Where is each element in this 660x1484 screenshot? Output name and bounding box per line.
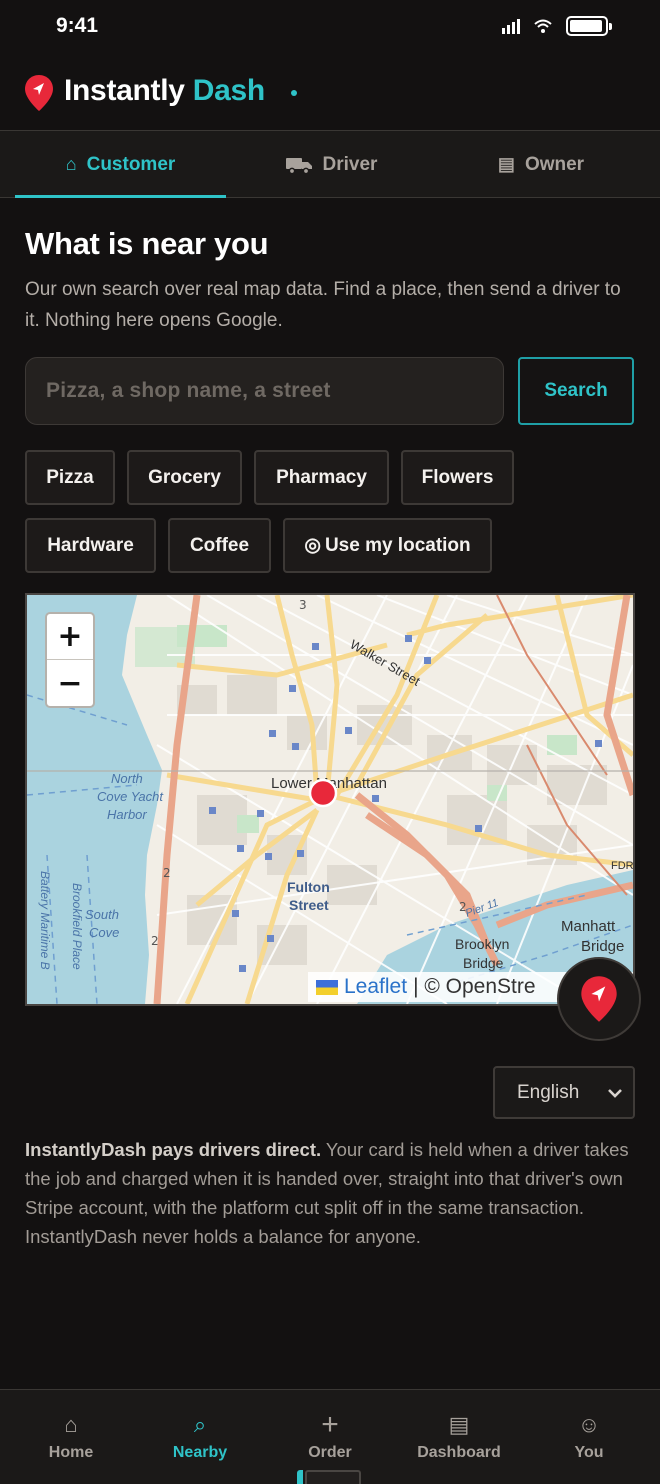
map-label-bridge: Bridge: [463, 955, 504, 971]
smiley-icon: ☺: [577, 1412, 601, 1437]
list-icon: ▤: [497, 154, 515, 174]
tab-owner[interactable]: ▤ Owner: [436, 131, 646, 198]
chip-pharmacy[interactable]: Pharmacy: [254, 450, 389, 505]
page-subtitle: Our own search over real map data. Find …: [25, 279, 621, 331]
route-label: 2: [151, 934, 159, 948]
battery-icon: [566, 16, 612, 36]
home-icon: ⌂: [64, 1412, 78, 1437]
map-label-harbor: Harbor: [107, 807, 147, 822]
zoom-control: + −: [45, 612, 95, 708]
app-header: Instantly Dash: [0, 62, 660, 130]
map-view[interactable]: 3 2 2 2 Walker Street Lower Manhattan Fu…: [25, 593, 635, 1006]
chip-hardware[interactable]: Hardware: [25, 518, 156, 573]
map-pin-icon: [581, 976, 617, 1022]
brand-logo[interactable]: Instantly Dash: [64, 74, 265, 108]
search-button[interactable]: Search: [518, 357, 634, 425]
route-label: 2: [163, 866, 171, 880]
chip-flowers[interactable]: Flowers: [401, 450, 514, 505]
osm-attribution[interactable]: | © OpenStre: [413, 975, 535, 999]
chip-coffee[interactable]: Coffee: [168, 518, 271, 573]
target-icon: ◎: [304, 535, 321, 556]
status-dot: [291, 90, 297, 96]
logo-pin-icon: [25, 75, 53, 111]
nav-you-label: You: [574, 1444, 604, 1461]
truck-icon: [285, 157, 312, 174]
tab-driver-label: Driver: [322, 153, 378, 175]
map-label-brookfield: Brookfield Place: [70, 883, 84, 970]
map-label-battery: Battery Maritime B: [38, 871, 52, 970]
map-tiles: 3 2 2 2 Walker Street Lower Manhattan Fu…: [27, 595, 633, 1004]
map-label-fulton: Fulton: [287, 879, 330, 895]
dashboard-icon: ▤: [448, 1412, 470, 1437]
search-icon: ⌕: [193, 1412, 207, 1437]
map-label-fdr: FDR: [611, 860, 633, 872]
language-select[interactable]: English: [493, 1066, 635, 1119]
map-label-cove-yacht: Cove Yacht: [97, 789, 164, 804]
map-label-cove: Cove: [89, 925, 119, 940]
signal-icon: [502, 18, 520, 34]
dispatch-fab[interactable]: [557, 957, 641, 1041]
tab-customer-label: Customer: [86, 153, 176, 175]
map-label-manhattan-bridge: Manhatt: [561, 918, 616, 935]
map-label-south: South: [85, 907, 119, 922]
chip-use-my-location[interactable]: ◎ Use my location: [283, 518, 492, 573]
chip-use-my-location-label: Use my location: [324, 534, 471, 556]
nav-nearby[interactable]: ⌕ Nearby: [135, 1390, 265, 1484]
payment-notice-bold: InstantlyDash pays drivers direct.: [25, 1139, 322, 1160]
nav-nearby-label: Nearby: [172, 1444, 228, 1461]
nav-dashboard-label: Dashboard: [417, 1444, 501, 1461]
payment-notice: InstantlyDash pays drivers direct. Your …: [25, 1135, 635, 1251]
map-label-brooklyn: Brooklyn: [455, 936, 509, 952]
nav-order-label: Order: [308, 1444, 352, 1461]
route-label: 3: [299, 598, 307, 612]
language-value: English: [517, 1081, 580, 1103]
chip-grocery[interactable]: Grocery: [127, 450, 242, 505]
brand-name-first: Instantly: [64, 74, 185, 107]
nav-you[interactable]: ☺ You: [524, 1390, 654, 1484]
map-label-north-cove: North: [111, 771, 143, 786]
nav-dashboard[interactable]: ▤ Dashboard: [394, 1390, 524, 1484]
leaflet-link[interactable]: Leaflet: [344, 975, 407, 999]
wifi-icon: [534, 19, 552, 33]
home-indicator: [297, 1470, 361, 1484]
tab-customer[interactable]: ⌂ Customer: [15, 131, 226, 198]
brand-name-second: Dash: [192, 74, 265, 107]
home-outline-icon: ⌂: [65, 154, 77, 174]
tab-owner-label: Owner: [524, 153, 585, 175]
zoom-out-button[interactable]: −: [47, 660, 93, 706]
nav-home-label: Home: [48, 1444, 94, 1461]
zoom-in-button[interactable]: +: [47, 614, 93, 660]
tab-driver[interactable]: Driver: [226, 131, 436, 198]
location-marker[interactable]: [308, 778, 338, 808]
chip-pizza[interactable]: Pizza: [25, 450, 115, 505]
map-label-street: Street: [289, 897, 329, 913]
plus-icon: +: [321, 1408, 339, 1441]
search-input[interactable]: [25, 357, 504, 425]
ukraine-flag-icon: [316, 979, 338, 995]
status-time: 9:41: [56, 14, 99, 37]
page-title: What is near you: [25, 226, 269, 261]
status-bar: 9:41: [0, 0, 660, 56]
role-tabs: ⌂ Customer Driver ▤ Owner: [0, 130, 660, 198]
app-screen: 9:41 Instantly Dash ⌂ Customer Driver ▤ …: [0, 0, 660, 1484]
map-label-manhattan-bridge-2: Bridge: [581, 938, 624, 955]
chevron-down-icon: [608, 1089, 622, 1098]
status-icons: [502, 16, 612, 36]
nav-home[interactable]: ⌂ Home: [6, 1390, 136, 1484]
